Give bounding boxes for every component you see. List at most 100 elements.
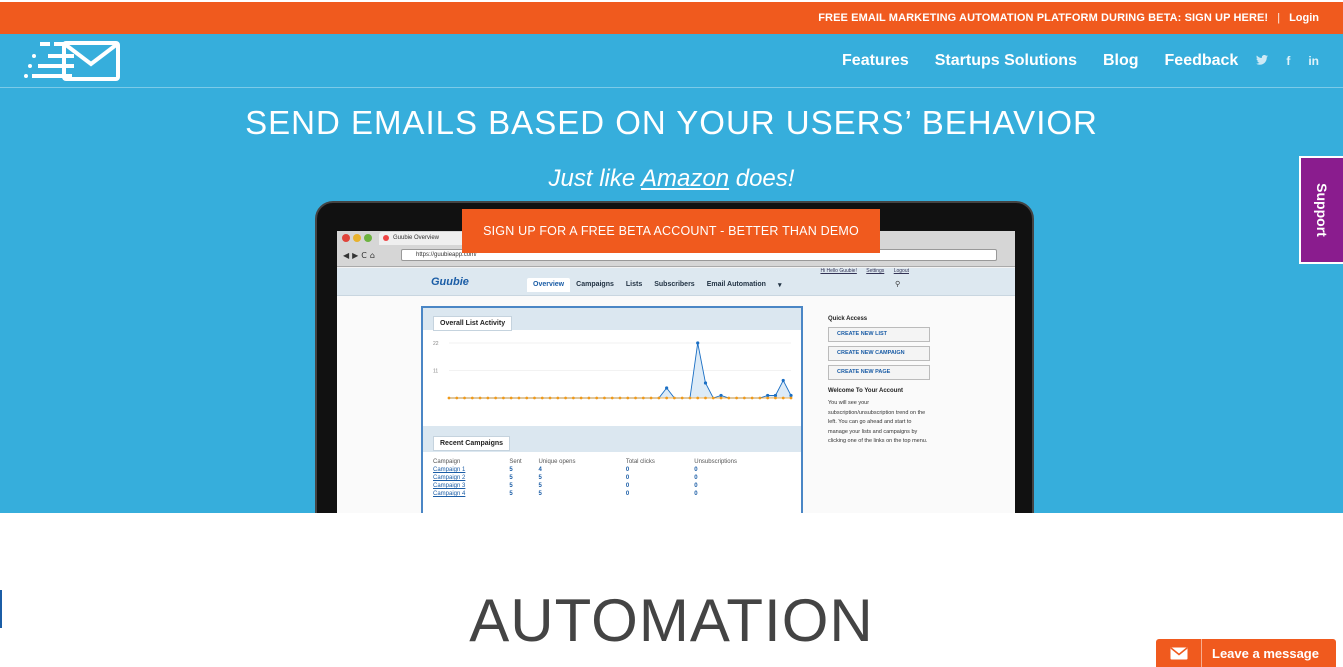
data-point [610,396,614,400]
data-point [696,396,700,400]
facebook-icon[interactable]: f [1286,54,1290,68]
data-point [703,381,708,385]
welcome-title: Welcome To Your Account [828,388,904,394]
table-cell: 0 [694,467,698,473]
table-header-cell: Total clicks [625,459,655,465]
data-point [657,396,661,400]
support-tab[interactable]: Support [1299,156,1343,264]
twitter-icon[interactable] [1256,54,1269,68]
data-point [789,396,793,400]
data-point [665,386,669,390]
envelope-speed-icon[interactable] [24,38,120,84]
app-tab-more: ▾ [777,282,782,289]
browser-nav-buttons: ◀▶C⌂ [343,251,378,260]
table-row: Campaign 1 5 4 0 0 [433,466,795,474]
subline-prefix: Just like [548,165,642,192]
data-point [680,396,684,400]
y-tick-label: 11 [433,369,438,375]
data-point [696,341,700,345]
window-controls [342,234,375,242]
app-tab-lists: Lists [625,281,643,288]
close-dot-icon [342,234,350,242]
app-tab-email-automation: Email Automation [706,281,766,288]
table-cell: 5 [538,475,542,481]
data-point [634,396,637,400]
app-top-links: Hi Hello Guubie! Settings Logout [812,268,909,274]
main-nav: Features Startups Solutions Blog Feedbac… [0,34,1343,88]
welcome-text: You will see your subscription/unsubscri… [828,400,928,444]
activity-panel: Overall List Activity 22 11 Recent Campai… [421,306,803,513]
nav-blog[interactable]: Blog [1103,52,1139,70]
nav-features[interactable]: Features [842,52,909,70]
data-point [494,396,498,400]
app-screenshot: Guubie Hi Hello Guubie! Settings Logout … [337,268,1015,513]
nav-startups-solutions[interactable]: Startups Solutions [935,52,1077,70]
signup-beta-button[interactable]: SIGN UP FOR A FREE BETA ACCOUNT - BETTER… [462,209,880,253]
table-cell: 5 [509,491,513,497]
table-cell: 4 [538,467,542,473]
data-point [742,396,746,400]
app-brand: Guubie [431,276,469,288]
app-tab-campaigns: Campaigns [576,281,614,288]
hero-section: Features Startups Solutions Blog Feedbac… [0,34,1343,513]
data-point [509,396,513,400]
table-row: Campaign 2 5 5 0 0 [433,474,795,482]
data-point [463,396,466,400]
leave-message-button[interactable]: Leave a message [1156,639,1336,667]
nav-links: Features Startups Solutions Blog Feedbac… [816,34,1319,88]
browser-tab-title: Guubie Overview [393,235,440,241]
support-label: Support [1314,183,1330,237]
nav-feedback[interactable]: Feedback [1165,52,1239,70]
table-cell: 0 [694,475,698,481]
data-point [781,378,785,383]
campaign-link: Campaign 1 [433,467,466,473]
table-cell: 0 [625,467,630,473]
signup-promo-link[interactable]: FREE EMAIL MARKETING AUTOMATION PLATFORM… [818,12,1268,24]
table-header-cell: Unique opens [538,459,576,465]
recent-campaigns-title: Recent Campaigns [433,436,511,451]
subline-suffix: does! [729,165,795,192]
table-cell: 0 [694,491,698,497]
data-point [774,396,777,400]
data-point [758,396,762,400]
table-cell: 0 [694,483,698,489]
app-greeting: Hi Hello Guubie! [820,268,857,274]
data-point [556,396,560,400]
data-point [525,396,529,400]
table-header-cell: Campaign [433,459,461,465]
data-point [688,396,692,400]
automation-heading: AUTOMATION [469,587,874,654]
data-point [649,396,653,400]
app-logout-link: Logout [893,268,909,274]
quick-access: Quick Access CREATE NEW LIST CREATE NEW … [828,316,938,447]
minimize-dot-icon [353,234,361,242]
campaigns-table-header: Campaign Sent Unique opens Total clicks Unsu… [433,458,795,466]
data-point [486,396,490,400]
data-point [603,396,606,400]
data-point [470,396,474,400]
data-point [766,396,770,400]
hero-headline: SEND EMAILS BASED ON YOUR USERS’ BEHAVIO… [245,104,1098,141]
login-link[interactable]: Login [1289,12,1319,24]
linkedin-icon[interactable]: in [1308,54,1319,68]
leave-message-label: Leave a message [1212,645,1319,661]
campaign-link: Campaign 4 [433,491,466,497]
campaign-link: Campaign 2 [433,475,466,481]
app-settings-link: Settings [866,268,885,274]
app-tabs: Overview Campaigns Lists Subscribers Ema… [527,278,787,292]
laptop-screen: Guubie Overview ◀▶C⌂ https://guubieapp.c… [337,231,1015,513]
table-row: Campaign 3 5 5 0 0 [433,482,795,490]
create-new-campaign-button: CREATE NEW CAMPAIGN [828,346,930,361]
maximize-dot-icon [364,234,372,242]
create-new-page-button: CREATE NEW PAGE [828,365,930,380]
quick-access-title: Quick Access [828,316,868,322]
app-tab-overview: Overview [527,278,571,292]
table-cell: 5 [538,483,542,489]
activity-title: Overall List Activity [433,316,513,331]
amazon-link[interactable]: Amazon [641,165,729,192]
data-point [502,396,505,400]
table-header-cell: Sent [509,459,522,465]
table-cell: 5 [509,483,513,489]
y-tick-label: 22 [433,341,439,347]
activity-chart: 22 11 [433,341,793,400]
